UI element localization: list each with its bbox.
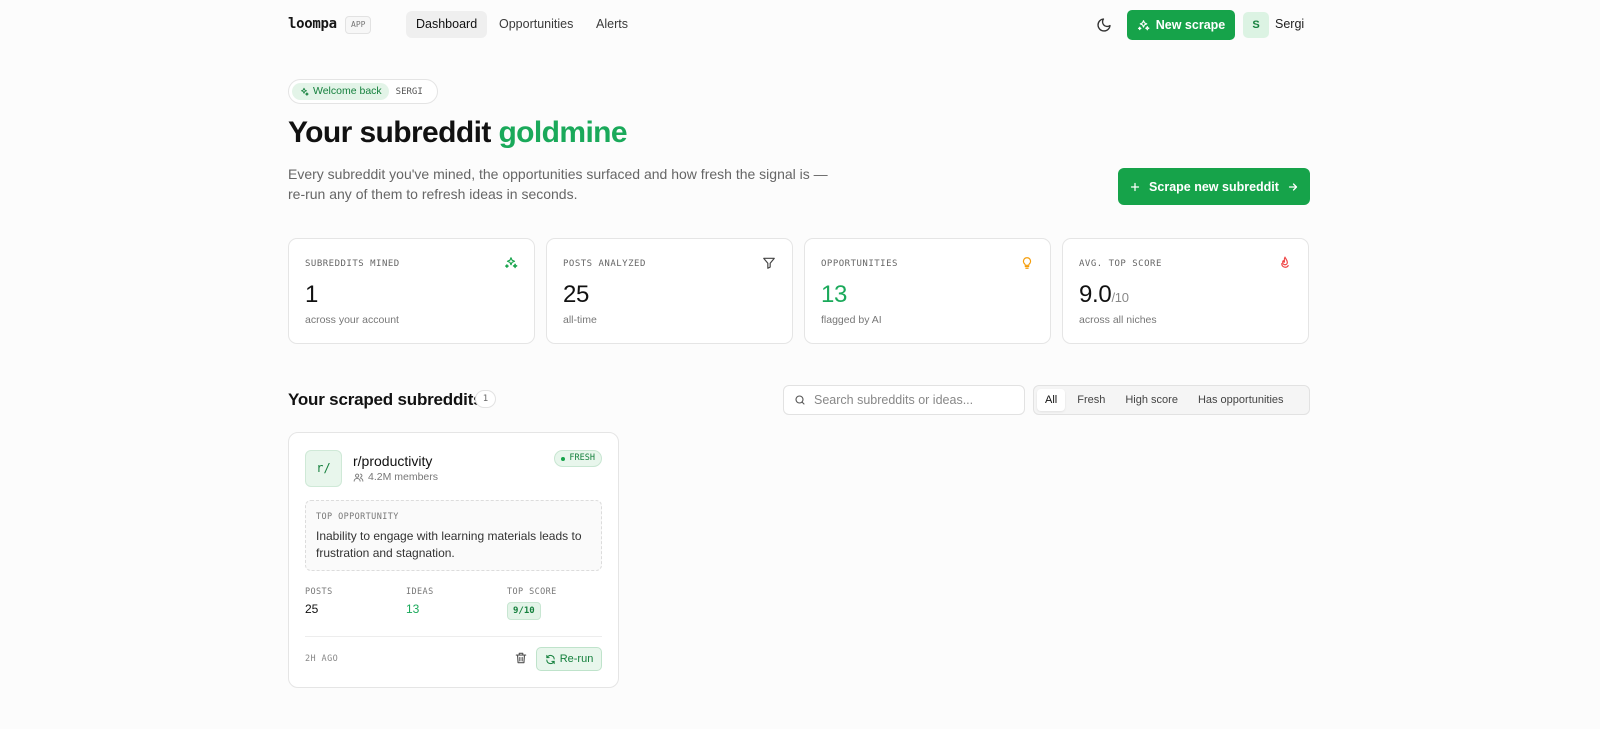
- arrow-right-icon: [1288, 182, 1298, 191]
- lightbulb-icon: [1022, 257, 1032, 269]
- stat-value: 13: [821, 281, 848, 308]
- rerun-label: Re-run: [559, 653, 594, 665]
- top-score-badge: 9/10: [507, 602, 541, 620]
- last-scraped-time: 2H AGO: [305, 654, 339, 664]
- top-opportunity-text: Inability to engage with learning materi…: [316, 529, 582, 560]
- stat-unit: /10: [1111, 290, 1129, 305]
- status-dot: [561, 456, 566, 461]
- stat-card-posts: POSTS ANALYZED 25 all-time: [546, 238, 793, 344]
- stat-value: 25: [563, 281, 590, 308]
- sparkles-icon: [1137, 19, 1150, 30]
- stat-label: POSTS ANALYZED: [563, 259, 646, 269]
- title-prefix: Your subreddit: [288, 116, 499, 149]
- rerun-button[interactable]: Re-run: [536, 647, 602, 671]
- stat-card-opportunities: OPPORTUNITIES 13 flagged by AI: [804, 238, 1051, 344]
- filter-segmented-control: All Fresh High score Has opportunities: [1033, 385, 1310, 415]
- stat-label: AVG. TOP SCORE: [1079, 259, 1162, 269]
- posts-value: 25: [305, 602, 319, 616]
- stat-label: OPPORTUNITIES: [821, 259, 898, 269]
- subreddit-members: 4.2M members: [353, 471, 438, 483]
- plus-icon: [1130, 182, 1140, 191]
- tab-opportunities[interactable]: Opportunities: [489, 11, 583, 38]
- tab-alerts[interactable]: Alerts: [586, 11, 638, 38]
- top-nav: loompa APP Dashboard Opportunities Alert…: [0, 0, 1600, 50]
- welcome-label: Welcome back: [313, 85, 382, 97]
- filter-high-score[interactable]: High score: [1117, 389, 1186, 411]
- app-badge: APP: [345, 16, 372, 34]
- stat-caption: flagged by AI: [821, 314, 882, 326]
- page-description: Every subreddit you've mined, the opport…: [288, 166, 828, 202]
- subreddit-card[interactable]: r/ r/productivity 4.2M members FRESH TOP…: [288, 432, 619, 688]
- subreddit-name[interactable]: r/productivity: [353, 453, 432, 469]
- stat-label: SUBREDDITS MINED: [305, 259, 400, 269]
- trash-icon[interactable]: [514, 651, 528, 665]
- filter-has-opportunities[interactable]: Has opportunities: [1190, 389, 1292, 411]
- refresh-icon: [546, 654, 555, 664]
- stat-caption: across your account: [305, 314, 399, 326]
- avatar[interactable]: S: [1243, 12, 1269, 38]
- stat-card-subreddits: SUBREDDITS MINED 1 across your account: [288, 238, 535, 344]
- scrape-new-subreddit-button[interactable]: Scrape new subreddit: [1118, 168, 1310, 205]
- welcome-chip: Welcome back SERGI: [288, 79, 438, 104]
- stat-caption: all-time: [563, 314, 597, 326]
- subreddit-avatar: r/: [305, 450, 342, 487]
- search-icon: [795, 395, 805, 405]
- section-title: Your scraped subreddits: [288, 390, 483, 409]
- top-score-label: TOP SCORE: [507, 587, 557, 597]
- moon-icon[interactable]: [1096, 17, 1112, 33]
- ideas-value: 13: [406, 602, 420, 616]
- divider: [305, 636, 602, 637]
- title-accent: goldmine: [498, 116, 627, 149]
- welcome-name: SERGI: [395, 86, 423, 97]
- search-box[interactable]: [783, 385, 1025, 415]
- filter-fresh[interactable]: Fresh: [1069, 389, 1113, 411]
- top-opportunity-label: TOP OPPORTUNITY: [316, 512, 399, 522]
- filter-all[interactable]: All: [1037, 389, 1066, 411]
- page-title: Your subreddit goldmine: [288, 116, 628, 150]
- tab-dashboard[interactable]: Dashboard: [406, 11, 488, 38]
- members-count: 4.2M members: [368, 471, 439, 483]
- welcome-pill: Welcome back: [292, 83, 389, 100]
- ideas-label: IDEAS: [406, 587, 434, 597]
- logo[interactable]: loompa: [288, 16, 337, 32]
- stat-value: 9.0/10: [1079, 281, 1129, 308]
- scrape-button-label: Scrape new subreddit: [1149, 179, 1279, 194]
- filter-icon: [763, 257, 775, 269]
- username[interactable]: Sergi: [1275, 17, 1304, 31]
- sparkles-icon: [301, 87, 309, 96]
- sparkles-icon: [504, 257, 518, 269]
- posts-label: POSTS: [305, 587, 333, 597]
- search-input[interactable]: [814, 393, 1014, 407]
- top-opportunity-box: TOP OPPORTUNITY Inability to engage with…: [305, 500, 602, 571]
- fresh-badge: FRESH: [554, 450, 602, 467]
- new-scrape-button[interactable]: New scrape: [1127, 10, 1235, 40]
- stat-value: 1: [305, 281, 319, 308]
- count-badge: 1: [475, 390, 496, 408]
- flame-icon: [1281, 256, 1289, 268]
- stat-caption: across all niches: [1079, 314, 1157, 326]
- stat-card-avg-score: AVG. TOP SCORE 9.0/10 across all niches: [1062, 238, 1309, 344]
- new-scrape-label: New scrape: [1155, 18, 1226, 32]
- users-icon: [353, 473, 364, 482]
